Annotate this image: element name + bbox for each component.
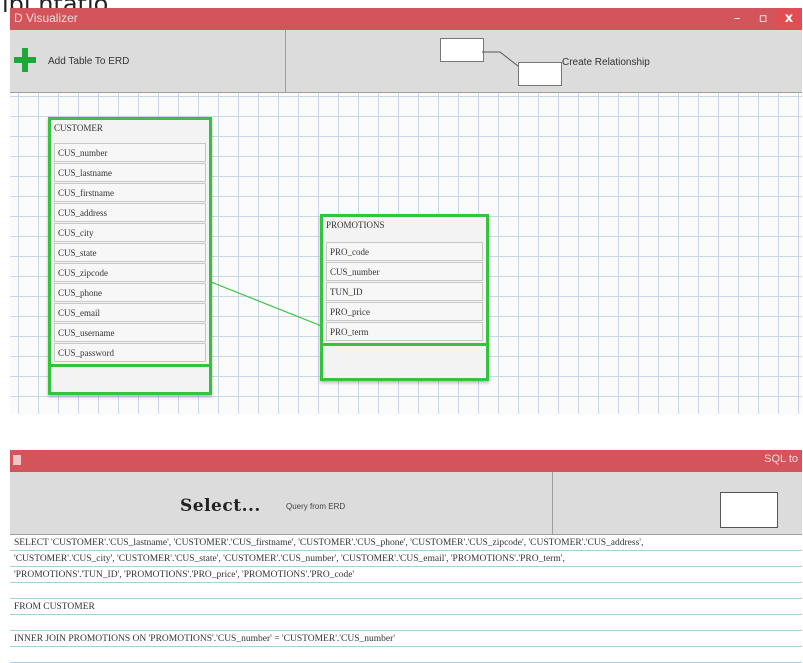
- table-field[interactable]: CUS_email: [54, 303, 206, 322]
- close-button[interactable]: x: [776, 8, 802, 30]
- query-source-label: Query from ERD: [286, 502, 346, 511]
- table-field[interactable]: CUS_address: [54, 203, 206, 222]
- erd-canvas[interactable]: CUSTOMER CUS_number CUS_lastname CUS_fir…: [10, 93, 802, 414]
- table-field[interactable]: TUN_ID: [326, 282, 483, 301]
- sql-line: SELECT 'CUSTOMER'.'CUS_lastname', 'CUSTO…: [14, 538, 644, 548]
- create-relationship-button[interactable]: Create Relationship: [286, 30, 802, 92]
- table-field[interactable]: CUS_phone: [54, 283, 206, 302]
- add-icon: [14, 48, 36, 72]
- window-gap: [0, 414, 803, 450]
- maximize-button[interactable]: ▫: [750, 8, 776, 30]
- relationship-table-icon-2: [518, 62, 562, 86]
- sql-line: 'PROMOTIONS'.'TUN_ID', 'PROMOTIONS'.'PRO…: [14, 570, 355, 580]
- table-field[interactable]: PRO_term: [326, 322, 483, 341]
- table-field[interactable]: CUS_password: [54, 343, 206, 362]
- table-field[interactable]: CUS_city: [54, 223, 206, 242]
- relationship-table-icon: [440, 38, 484, 62]
- create-relationship-label: Create Relationship: [562, 57, 650, 68]
- table-field[interactable]: PRO_code: [326, 242, 483, 261]
- table-title: CUSTOMER: [54, 123, 103, 133]
- table-footer-divider: [323, 343, 486, 346]
- sql-window-title: SQL to: [764, 453, 798, 465]
- sql-line: FROM CUSTOMER: [14, 602, 95, 612]
- sql-output-area[interactable]: SELECT 'CUSTOMER'.'CUS_lastname', 'CUSTO…: [10, 535, 802, 663]
- sql-toolbar: Select... Query from ERD: [10, 472, 802, 535]
- window-icon: [13, 455, 21, 465]
- erd-title-bar: D Visualizer – ▫ x: [10, 8, 802, 30]
- add-table-label: Add Table To ERD: [48, 56, 130, 67]
- erd-toolbar: Add Table To ERD Create Relationship: [10, 30, 802, 93]
- erd-visualizer-window: D Visualizer – ▫ x Add Table To ERD Crea…: [10, 8, 802, 414]
- add-table-button[interactable]: Add Table To ERD: [10, 30, 285, 92]
- table-title: PROMOTIONS: [326, 220, 385, 230]
- table-field[interactable]: CUS_firstname: [54, 183, 206, 202]
- table-field[interactable]: CUS_username: [54, 323, 206, 342]
- sql-line: INNER JOIN PROMOTIONS ON 'PROMOTIONS'.'C…: [14, 634, 395, 644]
- toolbar-divider: [552, 472, 553, 534]
- table-field[interactable]: PRO_price: [326, 302, 483, 321]
- table-field[interactable]: CUS_number: [54, 143, 206, 162]
- minimize-button[interactable]: –: [724, 8, 750, 30]
- table-field[interactable]: CUS_number: [326, 262, 483, 281]
- table-field[interactable]: CUS_state: [54, 243, 206, 262]
- sql-line: 'CUSTOMER'.'CUS_city', 'CUSTOMER'.'CUS_s…: [14, 554, 565, 564]
- erd-window-title: D Visualizer: [14, 11, 78, 25]
- customer-table[interactable]: CUSTOMER CUS_number CUS_lastname CUS_fir…: [48, 117, 212, 395]
- table-footer-divider: [51, 364, 209, 367]
- toolbar-box[interactable]: [720, 492, 778, 528]
- select-label: Select...: [180, 496, 261, 516]
- sql-window: SQL to Select... Query from ERD SELECT '…: [10, 450, 802, 663]
- sql-title-bar: SQL to: [10, 450, 802, 472]
- table-field[interactable]: CUS_zipcode: [54, 263, 206, 282]
- select-query-button[interactable]: Select... Query from ERD: [10, 472, 552, 534]
- table-field[interactable]: CUS_lastname: [54, 163, 206, 182]
- relationship-line-icon: [482, 51, 519, 67]
- promotions-table[interactable]: PROMOTIONS PRO_code CUS_number TUN_ID PR…: [320, 214, 489, 381]
